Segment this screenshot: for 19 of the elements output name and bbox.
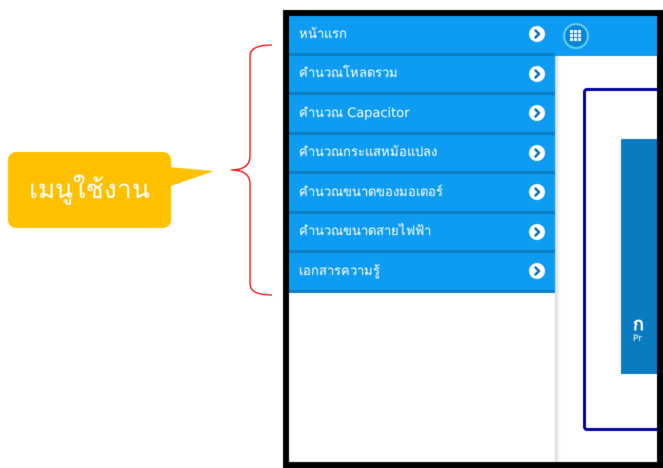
menu-item[interactable]: หน้าแรก — [289, 16, 555, 56]
menu-item[interactable]: เอกสารความรู้ — [289, 253, 555, 292]
banner-title: ก — [633, 316, 645, 334]
grid-icon — [570, 30, 582, 42]
banner-subtitle: Pr — [633, 334, 643, 346]
chevron-right-icon — [529, 184, 545, 200]
menu-item[interactable]: คำนวณขนาดของมอเตอร์ — [289, 174, 555, 214]
menu-item[interactable]: คำนวณกระแสหม้อแปลง — [289, 134, 555, 174]
chevron-right-icon — [529, 66, 545, 82]
chevron-right-icon — [529, 224, 545, 240]
chevron-right-icon — [529, 105, 545, 122]
callout-text: เมนูใช้งาน — [29, 177, 150, 203]
chevron-right-icon — [529, 263, 545, 280]
menu-item[interactable]: คำนวณ Capacitor — [289, 95, 555, 134]
grid-menu-button[interactable] — [563, 22, 589, 49]
chevron-right-icon — [529, 26, 545, 42]
chevron-right-icon — [529, 144, 545, 161]
menu-item[interactable]: คำนวณขนาดสายไฟฟ้า — [289, 214, 555, 253]
menu-item[interactable]: คำนวณโหลดรวม — [289, 56, 555, 95]
